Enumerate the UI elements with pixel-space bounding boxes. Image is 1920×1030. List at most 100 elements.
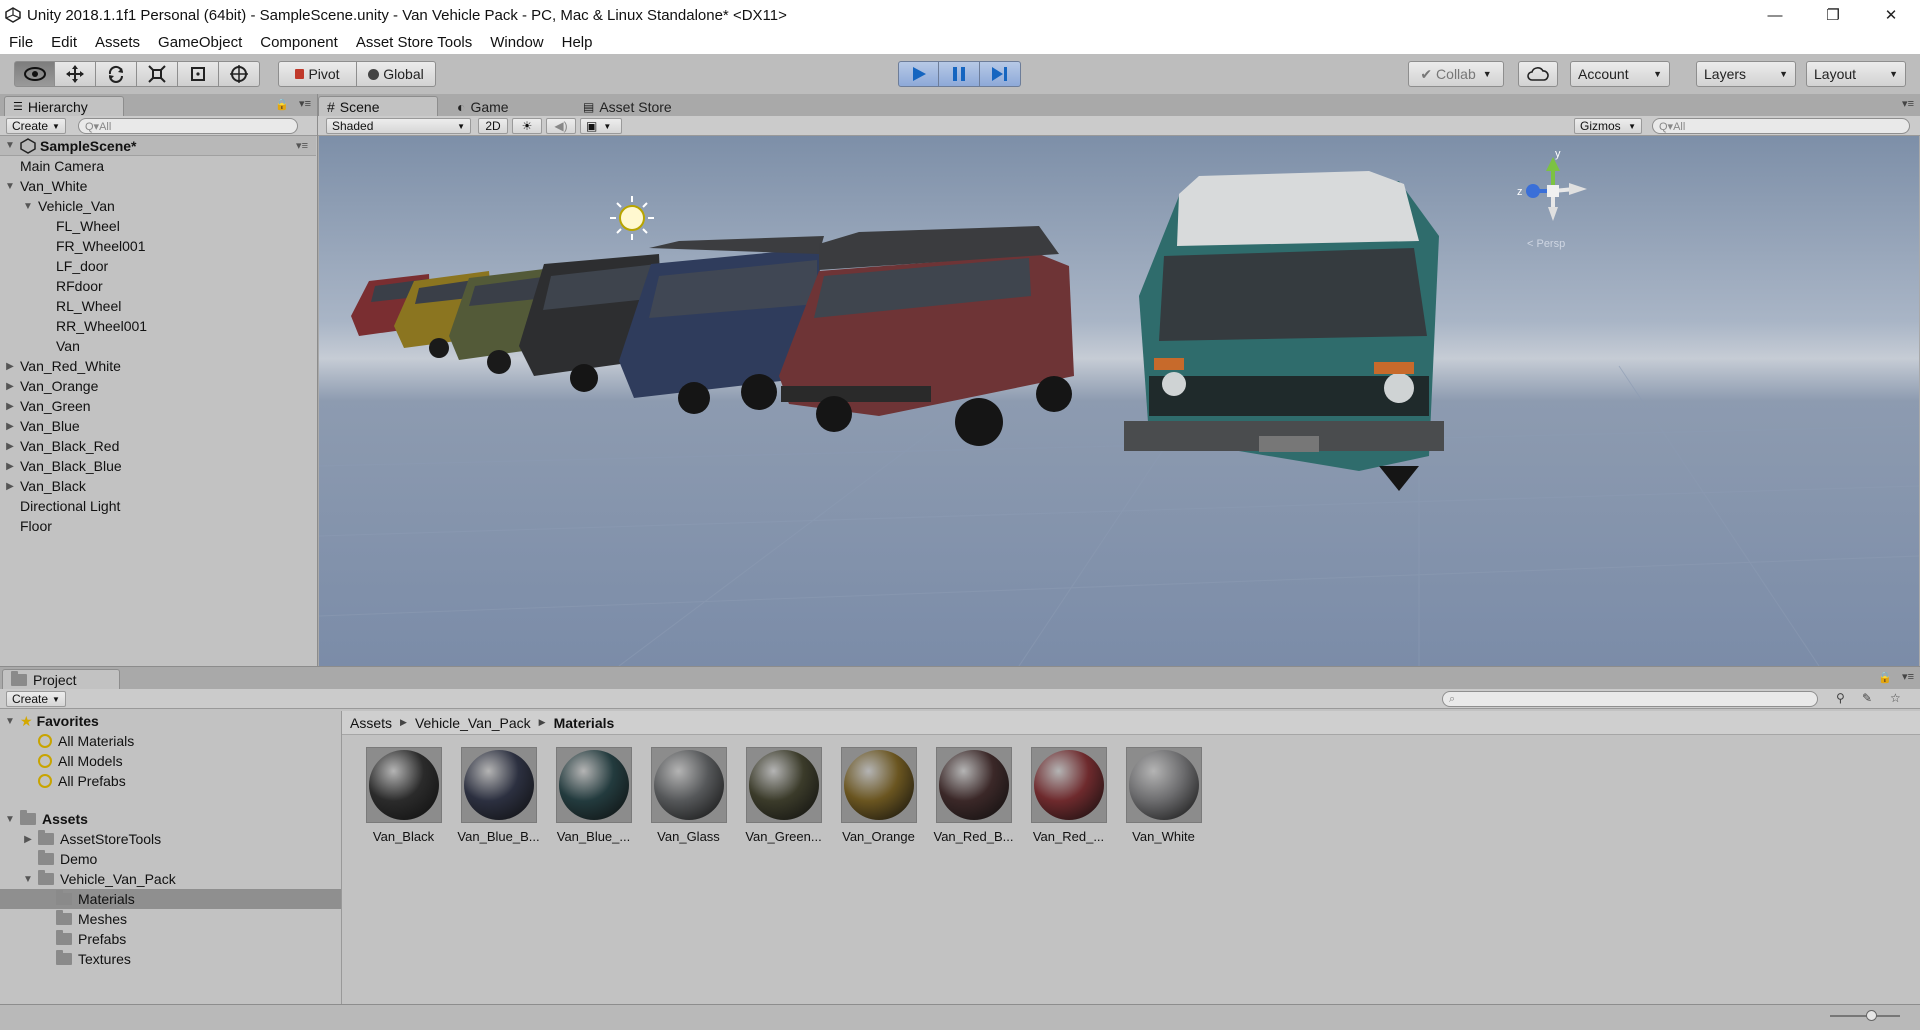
audio-toggle-button[interactable]: ◀)	[546, 118, 576, 134]
project-folder[interactable]: ▼ Vehicle_Van_Pack	[0, 869, 341, 889]
favorite-all-prefabs[interactable]: All Prefabs	[0, 771, 341, 791]
material-thumbnail[interactable]	[365, 747, 442, 823]
pause-button[interactable]	[939, 61, 980, 87]
menu-asset-store-tools[interactable]: Asset Store Tools	[347, 34, 481, 51]
menu-help[interactable]: Help	[553, 34, 602, 51]
expand-arrow-icon[interactable]: ▶	[4, 361, 16, 372]
material-thumbnail[interactable]	[745, 747, 822, 823]
rect-tool-button[interactable]	[178, 61, 219, 87]
hierarchy-item[interactable]: Main Camera	[0, 156, 316, 176]
expand-arrow-icon[interactable]: ▶	[4, 381, 16, 392]
expand-arrow-icon[interactable]: ▶	[4, 441, 16, 452]
hierarchy-item[interactable]: ▶ Van_Green	[0, 396, 316, 416]
lock-icon[interactable]: 🔒	[1878, 671, 1892, 684]
project-create-dropdown[interactable]: Create ▼	[6, 691, 66, 707]
panel-menu-icon[interactable]: ▾≡	[1902, 670, 1914, 683]
material-asset[interactable]: Van_Black	[356, 747, 451, 844]
material-asset[interactable]: Van_White	[1116, 747, 1211, 844]
hierarchy-item[interactable]: FL_Wheel	[0, 216, 316, 236]
layers-dropdown[interactable]: Layers ▼	[1696, 61, 1796, 87]
filter-by-type-icon[interactable]: ⚲	[1836, 691, 1845, 705]
transform-all-tool-button[interactable]	[219, 61, 260, 87]
breadcrumb-materials[interactable]: Materials	[554, 715, 615, 731]
expand-arrow-icon[interactable]: ▼	[4, 140, 16, 151]
tab-game[interactable]: ◐ Game	[448, 96, 548, 116]
hierarchy-item[interactable]: LF_door	[0, 256, 316, 276]
expand-arrow-icon[interactable]: ▼	[22, 201, 34, 212]
toggle-2d-button[interactable]: 2D	[478, 118, 508, 134]
material-asset[interactable]: Van_Red_...	[1021, 747, 1116, 844]
favorites-row[interactable]: ▼ ★ Favorites	[0, 711, 341, 731]
panel-menu-icon[interactable]: ▾≡	[299, 97, 311, 110]
menu-file[interactable]: File	[0, 34, 42, 51]
tab-hierarchy[interactable]: ☰ Hierarchy	[4, 96, 124, 116]
breadcrumb-assets[interactable]: Assets	[350, 715, 392, 731]
scene-render[interactable]: y z < Persp	[319, 136, 1919, 666]
hierarchy-item[interactable]: ▼ Van_White	[0, 176, 316, 196]
hierarchy-item[interactable]: RFdoor	[0, 276, 316, 296]
layout-dropdown[interactable]: Layout ▼	[1806, 61, 1906, 87]
hierarchy-item[interactable]: RR_Wheel001	[0, 316, 316, 336]
menu-assets[interactable]: Assets	[86, 34, 149, 51]
hierarchy-item[interactable]: FR_Wheel001	[0, 236, 316, 256]
project-folder[interactable]: Materials	[0, 889, 341, 909]
hierarchy-item[interactable]: Floor	[0, 516, 316, 536]
maximize-button[interactable]: ❐	[1804, 0, 1862, 30]
expand-arrow-icon[interactable]: ▼	[22, 874, 34, 885]
material-thumbnail[interactable]	[840, 747, 917, 823]
hierarchy-item[interactable]: ▶ Van_Red_White	[0, 356, 316, 376]
expand-arrow-icon[interactable]: ▼	[4, 814, 16, 825]
material-thumbnail[interactable]	[650, 747, 727, 823]
project-folder[interactable]: Textures	[0, 949, 341, 969]
project-folder[interactable]: Prefabs	[0, 929, 341, 949]
material-thumbnail[interactable]	[935, 747, 1012, 823]
hierarchy-item[interactable]: ▶ Van_Black_Blue	[0, 456, 316, 476]
expand-arrow-icon[interactable]: ▼	[4, 181, 16, 192]
material-asset[interactable]: Van_Red_B...	[926, 747, 1021, 844]
menu-window[interactable]: Window	[481, 34, 552, 51]
van-white-selected[interactable]	[1124, 171, 1444, 491]
minimize-button[interactable]: —	[1746, 0, 1804, 30]
expand-arrow-icon[interactable]: ▶	[22, 834, 34, 845]
account-dropdown[interactable]: Account ▼	[1570, 61, 1670, 87]
expand-arrow-icon[interactable]: ▶	[4, 401, 16, 412]
tab-asset-store[interactable]: ▤ Asset Store	[574, 96, 714, 116]
move-tool-button[interactable]	[55, 61, 96, 87]
step-button[interactable]	[980, 61, 1021, 87]
expand-arrow-icon[interactable]: ▼	[4, 716, 16, 727]
panel-menu-icon[interactable]: ▾≡	[1902, 97, 1914, 110]
scene-viewport[interactable]: y z < Persp	[319, 136, 1919, 666]
lighting-toggle-button[interactable]: ☀	[512, 118, 542, 134]
slider-thumb[interactable]	[1866, 1010, 1877, 1021]
expand-arrow-icon[interactable]: ▶	[4, 421, 16, 432]
play-button[interactable]	[898, 61, 939, 87]
material-asset[interactable]: Van_Glass	[641, 747, 736, 844]
hierarchy-item[interactable]: ▶ Van_Orange	[0, 376, 316, 396]
favorite-all-models[interactable]: All Models	[0, 751, 341, 771]
project-folder[interactable]: ▶ AssetStoreTools	[0, 829, 341, 849]
menu-edit[interactable]: Edit	[42, 34, 86, 51]
perspective-label[interactable]: < Persp	[1527, 238, 1565, 250]
scene-search-input[interactable]: Q▾All	[1652, 118, 1910, 134]
scale-tool-button[interactable]	[137, 61, 178, 87]
hierarchy-create-dropdown[interactable]: Create ▼	[6, 118, 66, 134]
gizmos-dropdown[interactable]: Gizmos ▼	[1574, 118, 1642, 134]
breadcrumb-vehicle-van-pack[interactable]: Vehicle_Van_Pack	[415, 715, 531, 731]
shading-mode-dropdown[interactable]: Shaded ▼	[326, 118, 471, 134]
lock-icon[interactable]: 🔒	[275, 98, 289, 111]
material-thumbnail[interactable]	[1030, 747, 1107, 823]
filter-by-label-icon[interactable]: ✎	[1862, 691, 1872, 705]
scene-menu-icon[interactable]: ▾≡	[296, 139, 308, 152]
material-asset[interactable]: Van_Green...	[736, 747, 831, 844]
material-asset[interactable]: Van_Blue_...	[546, 747, 641, 844]
project-folder[interactable]: Demo	[0, 849, 341, 869]
hierarchy-item[interactable]: ▼ Vehicle_Van	[0, 196, 316, 216]
rotate-tool-button[interactable]	[96, 61, 137, 87]
material-thumbnail[interactable]	[460, 747, 537, 823]
project-folder[interactable]: Meshes	[0, 909, 341, 929]
material-thumbnail[interactable]	[1125, 747, 1202, 823]
pivot-toggle-button[interactable]: Pivot	[278, 61, 357, 87]
hierarchy-item[interactable]: Directional Light	[0, 496, 316, 516]
thumbnail-size-slider[interactable]	[1830, 1010, 1900, 1021]
expand-arrow-icon[interactable]: ▶	[4, 461, 16, 472]
